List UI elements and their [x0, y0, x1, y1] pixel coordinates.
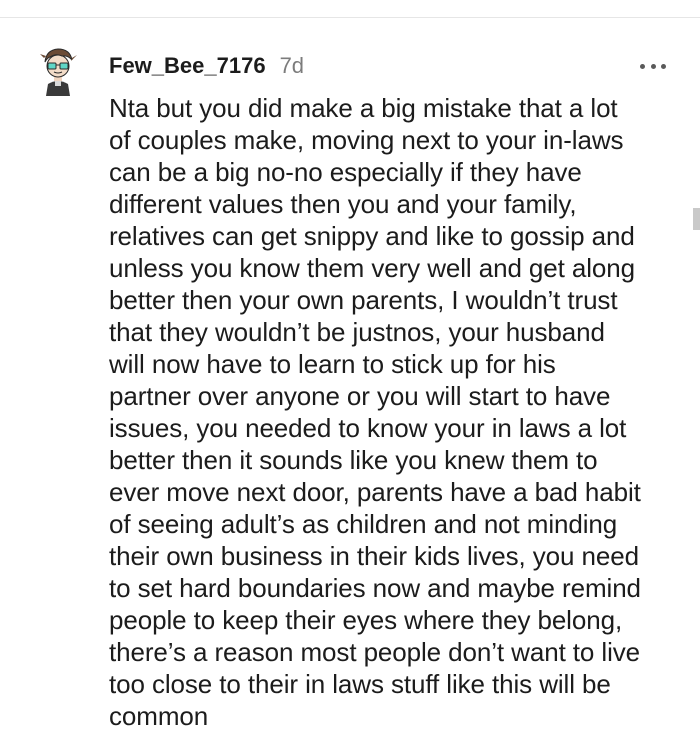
dot-icon [650, 63, 656, 69]
dot-icon [661, 63, 666, 69]
avatar-icon [40, 48, 77, 96]
comment-age: 7d [279, 53, 305, 78]
more-options-button[interactable] [640, 58, 666, 74]
comment-header: Few_Bee_7176 7d [109, 53, 304, 79]
top-divider [0, 17, 700, 18]
username-link[interactable]: Few_Bee_7176 [109, 53, 266, 79]
comment-body: Nta but you did make a big mistake that … [109, 93, 641, 731]
avatar[interactable] [34, 40, 82, 96]
scrollbar-thumb[interactable] [693, 208, 700, 230]
dot-icon [640, 63, 645, 69]
